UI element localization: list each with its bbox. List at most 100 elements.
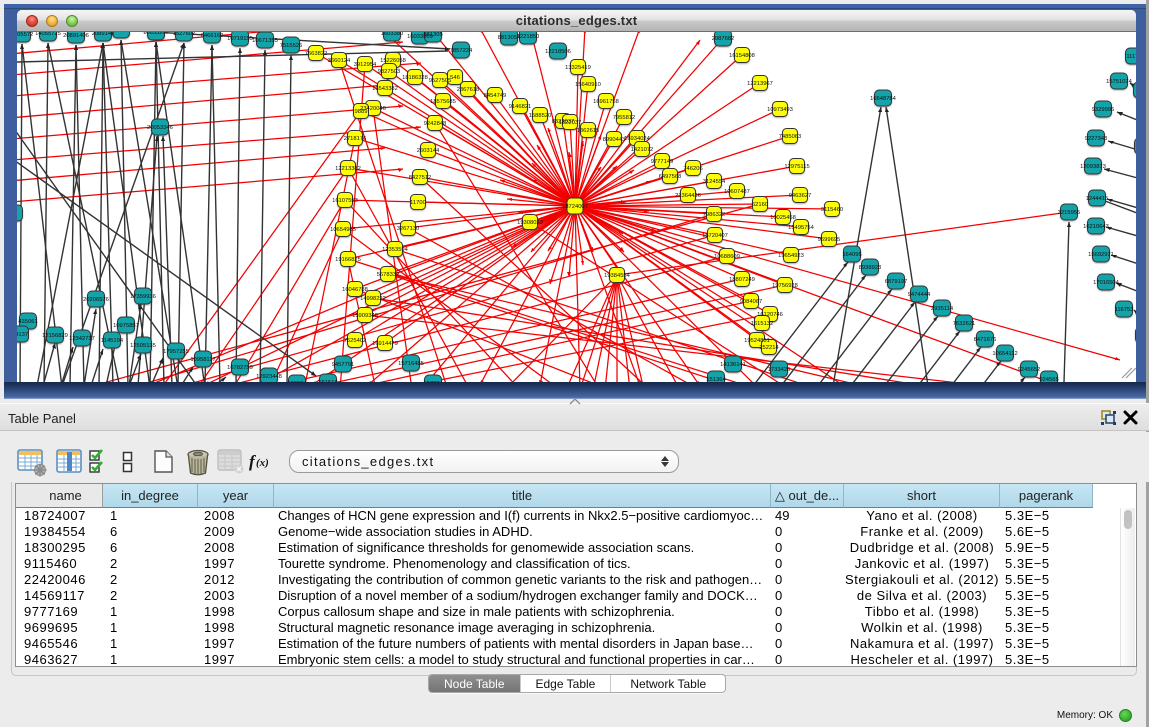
svg-text:16914479: 16914479: [372, 341, 398, 347]
svg-text:8938923: 8938923: [859, 265, 882, 271]
svg-text:7632621: 7632621: [953, 321, 976, 327]
svg-text:21364436: 21364436: [675, 193, 701, 199]
svg-text:16107553: 16107553: [332, 198, 358, 204]
svg-text:19308023: 19308023: [517, 220, 543, 226]
svg-text:1244415: 1244415: [1086, 196, 1109, 202]
svg-text:8454749: 8454749: [484, 93, 507, 99]
svg-text:16120746: 16120746: [757, 312, 783, 318]
svg-text:12093873: 12093873: [1080, 164, 1106, 170]
svg-text:12353594: 12353594: [382, 247, 409, 253]
svg-text:19384554: 19384554: [604, 273, 631, 279]
svg-text:14998222: 14998222: [360, 296, 386, 302]
svg-text:15640910: 15640910: [575, 82, 601, 88]
svg-text:19654923: 19654923: [778, 253, 804, 259]
svg-text:10958117: 10958117: [190, 357, 215, 363]
svg-text:6879197: 6879197: [885, 279, 908, 285]
svg-text:6466160: 6466160: [201, 33, 224, 39]
svg-text:9527505: 9527505: [429, 78, 452, 84]
svg-text:9827503: 9827503: [378, 69, 401, 75]
svg-text:10654985: 10654985: [330, 227, 356, 233]
svg-text:17359936: 17359936: [130, 294, 156, 300]
svg-text:252214: 252214: [759, 345, 779, 351]
svg-text:17957255: 17957255: [163, 349, 189, 355]
svg-text:12923448: 12923448: [256, 374, 282, 380]
svg-text:7625402: 7625402: [344, 338, 367, 344]
svg-text:2367618: 2367618: [457, 87, 480, 93]
svg-text:10671355: 10671355: [252, 38, 278, 44]
svg-text:15909348: 15909348: [352, 313, 378, 319]
svg-text:15716485: 15716485: [398, 361, 424, 367]
svg-text:18724007: 18724007: [562, 204, 588, 210]
svg-text:9329996: 9329996: [1092, 107, 1115, 113]
svg-text:15226058: 15226058: [380, 58, 406, 64]
svg-text:10973493: 10973493: [767, 107, 793, 113]
svg-text:9084067: 9084067: [740, 299, 763, 305]
svg-text:881305: 881305: [423, 32, 442, 38]
svg-text:16782759: 16782759: [227, 365, 253, 371]
svg-text:16210643: 16210643: [1083, 224, 1109, 230]
svg-text:7986322: 7986322: [703, 212, 726, 218]
svg-text:15751074: 15751074: [1106, 79, 1133, 85]
svg-text:9115460: 9115460: [821, 207, 843, 213]
svg-text:1733426: 1733426: [768, 367, 791, 373]
svg-text:5678332: 5678332: [377, 272, 400, 278]
svg-text:9146821: 9146821: [509, 104, 532, 110]
svg-text:1221850: 1221850: [517, 34, 540, 40]
svg-text:3124554: 3124554: [703, 179, 726, 185]
svg-text:3912954: 3912954: [354, 62, 377, 68]
svg-text:14136141: 14136141: [720, 362, 746, 368]
svg-text:2935114: 2935114: [931, 306, 954, 312]
svg-text:1527602: 1527602: [173, 32, 196, 37]
svg-text:7515526: 7515526: [280, 43, 303, 49]
svg-text:12975115: 12975115: [784, 164, 809, 170]
svg-text:16648784: 16648784: [870, 96, 897, 102]
svg-text:546: 546: [450, 75, 460, 81]
svg-text:164095: 164095: [842, 252, 861, 258]
svg-text:8427512: 8427512: [409, 175, 432, 181]
svg-text:8990443: 8990443: [603, 137, 626, 143]
svg-text:12213967: 12213967: [747, 81, 773, 87]
svg-text:(x): (x): [256, 457, 269, 469]
svg-text:19166825: 19166825: [335, 257, 361, 263]
svg-text:20891406: 20891406: [63, 33, 89, 39]
svg-text:9889: 9889: [355, 109, 368, 115]
svg-text:13325419: 13325419: [565, 65, 591, 71]
svg-text:62160: 62160: [752, 202, 768, 208]
svg-text:20206576: 20206576: [83, 297, 109, 303]
svg-text:10654112: 10654112: [992, 351, 1017, 357]
svg-text:2087682: 2087682: [712, 36, 735, 42]
svg-text:3660124: 3660124: [328, 58, 351, 64]
svg-text:7955812: 7955812: [613, 115, 636, 121]
svg-text:7857224: 7857224: [450, 48, 473, 54]
svg-text:2603144: 2603144: [417, 148, 440, 154]
svg-text:9242848: 9242848: [424, 121, 447, 127]
svg-text:1145194: 1145194: [101, 338, 124, 344]
svg-text:9474444: 9474444: [908, 292, 931, 298]
svg-text:14055725: 14055725: [35, 32, 61, 37]
svg-text:7663822: 7663822: [305, 51, 328, 57]
svg-text:116753: 116753: [1115, 307, 1134, 313]
svg-text:1421072: 1421072: [631, 147, 654, 153]
svg-text:16961758: 16961758: [593, 99, 619, 105]
svg-text:15720407: 15720407: [702, 233, 728, 239]
svg-text:1603380: 1603380: [381, 32, 404, 37]
svg-text:39137: 39137: [17, 332, 28, 338]
svg-text:9777149: 9777149: [651, 159, 674, 165]
svg-text:10688609: 10688609: [714, 254, 740, 260]
svg-text:6497568: 6497568: [659, 174, 682, 180]
svg-text:19756928: 19756928: [772, 283, 798, 289]
svg-text:20053346: 20053346: [147, 125, 173, 131]
svg-text:15692971: 15692971: [1088, 252, 1114, 258]
svg-text:3215955: 3215955: [1058, 210, 1081, 216]
svg-text:12156829: 12156829: [42, 333, 68, 339]
svg-text:15495754: 15495754: [788, 225, 815, 231]
svg-text:9457791: 9457791: [332, 362, 355, 368]
svg-text:16046788: 16046788: [342, 287, 368, 293]
svg-text:16154808: 16154808: [729, 53, 755, 59]
svg-text:7485063: 7485063: [779, 134, 802, 140]
svg-text:435061: 435061: [18, 319, 37, 325]
svg-text:9227343: 9227343: [1085, 136, 1108, 142]
svg-text:9699695: 9699695: [818, 237, 841, 243]
svg-text:1588520: 1588520: [529, 113, 552, 119]
svg-text:746206: 746206: [683, 166, 702, 172]
